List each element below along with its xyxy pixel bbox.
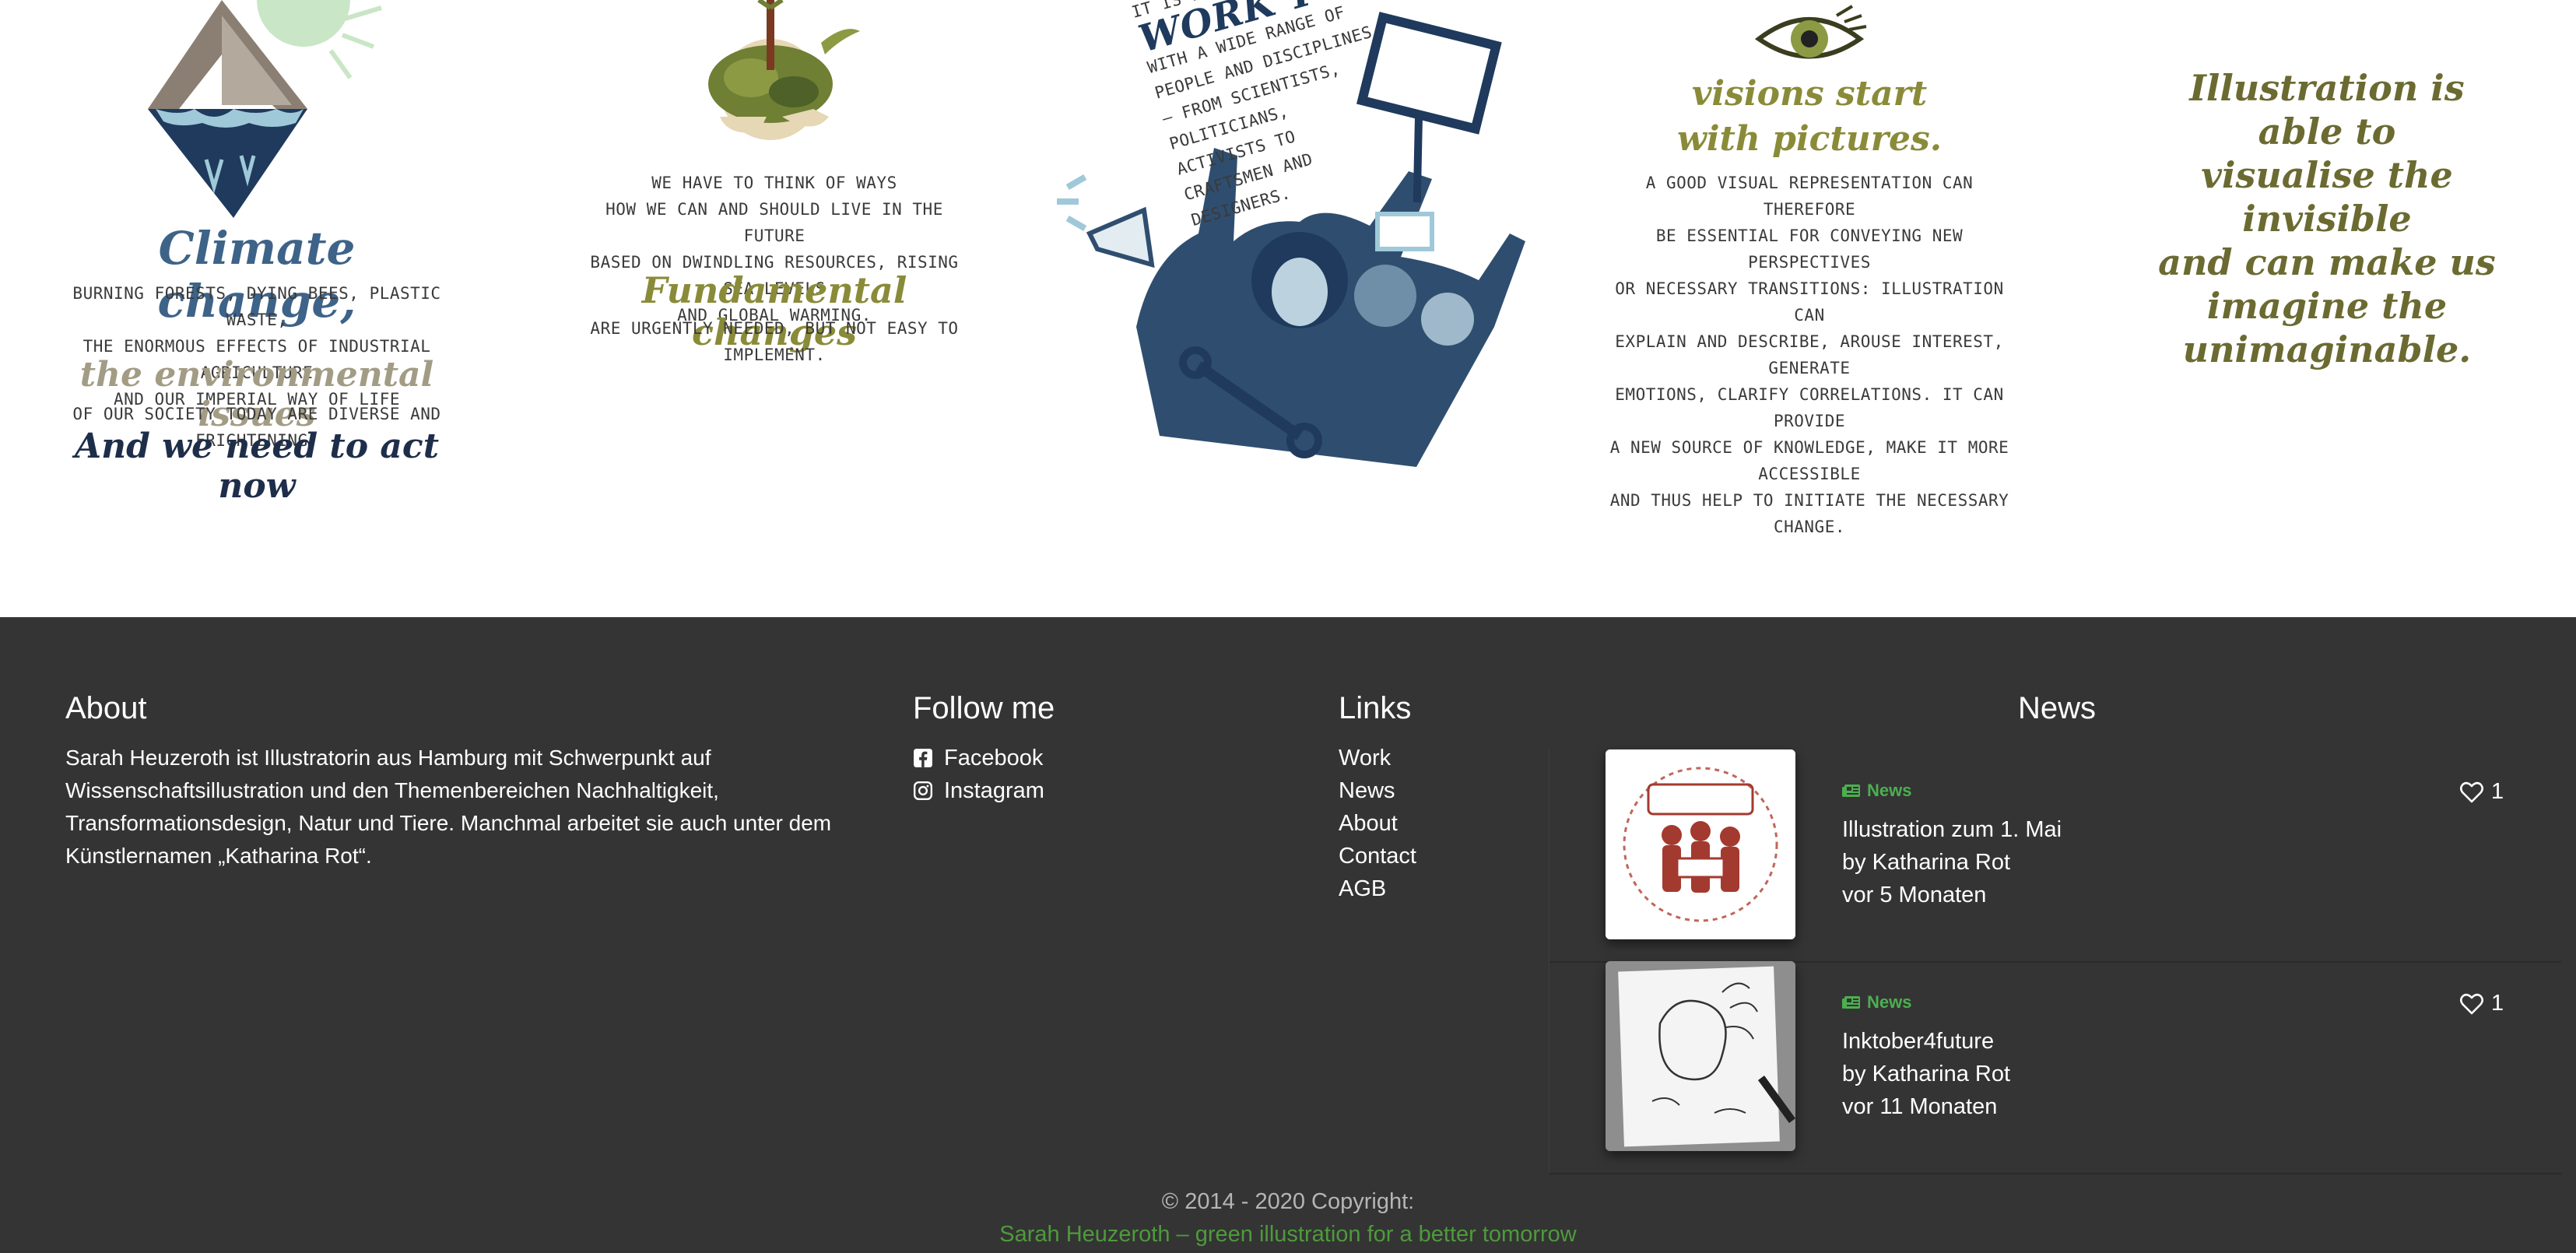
- visions-body-line: and thus help to initiate the necessary …: [1609, 491, 2009, 536]
- visions-body-line: A good visual representation can therefo…: [1645, 174, 1974, 219]
- link-contact[interactable]: Contact: [1339, 840, 1416, 872]
- climate-body-line: Burning forests, dying bees, plastic was…: [72, 284, 441, 329]
- news-item: News Illustration zum 1. Mai by Katharin…: [1549, 749, 2561, 963]
- changes-body-line: We have to think of ways: [651, 174, 897, 192]
- illustration-quote: Illustration is able to visualise the in…: [2156, 66, 2498, 371]
- link-about[interactable]: About: [1339, 807, 1416, 840]
- visions-body-line: emotions, clarify correlations. It can p…: [1615, 385, 2004, 430]
- like-count: 1: [2491, 779, 2504, 804]
- copyright-link[interactable]: Sarah Heuzeroth – green illustration for…: [0, 1222, 2576, 1248]
- news-date: vor 11 Monaten: [1842, 1094, 1998, 1119]
- news-author: by Katharina Rot: [1842, 850, 2011, 875]
- link-agb[interactable]: AGB: [1339, 872, 1416, 905]
- like-count: 1: [2491, 991, 2504, 1016]
- facebook-link[interactable]: Facebook: [913, 742, 1044, 774]
- news-author: by Katharina Rot: [1842, 1062, 2011, 1086]
- news-thumbnail[interactable]: [1606, 749, 1795, 939]
- about-heading: About: [65, 691, 147, 725]
- like-button[interactable]: 1: [2460, 991, 2504, 1016]
- illustration-banner: Climate change, Burning forests, dying b…: [0, 0, 2576, 617]
- links-heading: Links: [1339, 691, 1412, 725]
- newspaper-icon: [1842, 784, 1860, 797]
- news-heading: News: [2018, 691, 2097, 725]
- quote-line: imagine the: [2206, 285, 2448, 327]
- may-day-illustration-thumbnail: [1606, 749, 1795, 939]
- news-thumbnail[interactable]: [1606, 961, 1795, 1151]
- visions-body-line: be essential for conveying new perspecti…: [1655, 226, 1964, 272]
- instagram-label: Instagram: [944, 778, 1044, 803]
- quote-line: unimaginable.: [2182, 328, 2472, 370]
- visions-title: visions start with pictures.: [1603, 72, 2016, 162]
- footer-links: Work News About Contact AGB: [1339, 742, 1416, 905]
- inktober-illustration-thumbnail: [1606, 961, 1795, 1151]
- act-now-tagline: And we need to act now: [74, 426, 440, 506]
- link-work[interactable]: Work: [1339, 742, 1416, 774]
- quote-line: visualise the invisible: [2201, 154, 2453, 240]
- visions-body-line: explain and describe, arouse interest, g…: [1615, 332, 2004, 377]
- link-news[interactable]: News: [1339, 774, 1416, 807]
- news-category-label: News: [1867, 781, 1912, 800]
- mountain-glacier-illustration: [148, 0, 382, 218]
- site-footer: About Sarah Heuzeroth ist Illustratorin …: [0, 617, 2576, 1253]
- instagram-link[interactable]: Instagram: [913, 774, 1044, 807]
- news-category-label: News: [1867, 992, 1912, 1012]
- changes-body-2: are urgently needed, but not easy to imp…: [590, 319, 959, 364]
- visions-body: A good visual representation can therefo…: [1603, 170, 2016, 540]
- news-title[interactable]: Inktober4future: [1842, 1025, 1994, 1058]
- heart-icon: [2460, 781, 2483, 802]
- news-title[interactable]: Illustration zum 1. Mai: [1842, 813, 2062, 846]
- visions-title-line: with pictures.: [1676, 119, 1943, 159]
- facebook-icon: [914, 749, 932, 767]
- news-item: News Inktober4future by Katharina Rot vo…: [1549, 961, 2561, 1174]
- like-button[interactable]: 1: [2460, 779, 2504, 805]
- news-date: vor 5 Monaten: [1842, 883, 1987, 907]
- heart-icon: [2460, 993, 2483, 1014]
- visions-title-line: visions start: [1691, 74, 1928, 114]
- instagram-icon: [913, 781, 933, 801]
- social-links: Facebook Instagram: [913, 742, 1044, 807]
- follow-heading: Follow me: [913, 691, 1055, 725]
- news-category[interactable]: News: [1842, 992, 1911, 1013]
- eye-illustration: [1754, 5, 1867, 59]
- quote-line: and can make us: [2158, 241, 2496, 283]
- quote-line: Illustration is able to: [2189, 67, 2465, 153]
- about-text: Sarah Heuzeroth ist Illustratorin aus Ha…: [65, 746, 832, 868]
- visions-body-line: or necessary transitions: illustration c…: [1615, 279, 2004, 325]
- globe-plant-illustration: [708, 0, 860, 140]
- newspaper-icon: [1842, 996, 1860, 1009]
- visions-body-line: a new source of knowledge, make it more …: [1609, 438, 2009, 483]
- news-category[interactable]: News: [1842, 781, 1911, 801]
- facebook-label: Facebook: [944, 746, 1044, 770]
- copyright-text: © 2014 - 2020 Copyright:: [1161, 1189, 1415, 1214]
- changes-body-line: how we can and should live in the future: [605, 200, 943, 245]
